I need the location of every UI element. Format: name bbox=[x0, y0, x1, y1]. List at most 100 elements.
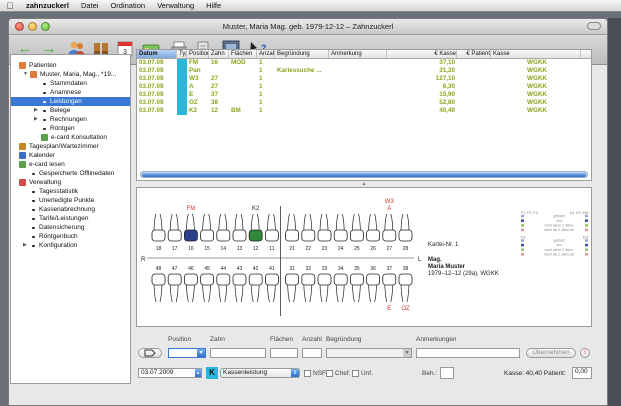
tooth-crown-17[interactable] bbox=[167, 229, 182, 242]
sidebar-item[interactable]: Gespeicherte Offlinedaten bbox=[11, 169, 130, 178]
tooth-root-12[interactable] bbox=[250, 213, 260, 231]
date-stepper-icon[interactable]: ▲ bbox=[195, 369, 201, 377]
tooth-crown-12[interactable] bbox=[248, 229, 263, 242]
tooth-root-15[interactable] bbox=[202, 213, 211, 231]
menu-ordination[interactable]: Ordination bbox=[104, 1, 151, 10]
tooth-crown-25[interactable] bbox=[349, 229, 364, 242]
tooth-root-16[interactable] bbox=[186, 213, 195, 231]
tooth-root-36[interactable] bbox=[368, 284, 377, 303]
sidebar-item[interactable]: Röntgen bbox=[11, 124, 130, 133]
warning-button[interactable]: ! bbox=[580, 348, 590, 358]
table-row[interactable]: 03.07.09 K A 27 1 6,30 WGKK bbox=[137, 83, 591, 91]
legend-swatch[interactable] bbox=[585, 214, 588, 218]
tooth-root-27[interactable] bbox=[384, 213, 394, 231]
flaechen-input[interactable] bbox=[270, 348, 298, 358]
table-row[interactable]: 03.07.09 K W3 27 1 127,10 WGKK bbox=[137, 75, 591, 83]
tooth-root-31[interactable] bbox=[287, 284, 296, 303]
tooth-root-46[interactable] bbox=[186, 284, 195, 303]
sidebar-item[interactable]: Kalender bbox=[11, 151, 130, 160]
legend-swatch[interactable] bbox=[521, 228, 524, 232]
tooth-crown-33[interactable] bbox=[317, 273, 332, 286]
disclosure-open-icon[interactable]: ▼ bbox=[23, 70, 28, 79]
unf-checkbox[interactable] bbox=[352, 369, 359, 377]
tooth-crown-26[interactable] bbox=[366, 229, 381, 242]
sidebar-item[interactable]: Leistungen bbox=[11, 97, 130, 106]
tooth-root-17[interactable] bbox=[169, 213, 179, 231]
zahn-input[interactable] bbox=[210, 348, 266, 358]
column-header[interactable]: Typ bbox=[177, 50, 187, 58]
disclosure-closed-icon[interactable]: ▶ bbox=[34, 115, 38, 124]
legend-swatch[interactable] bbox=[521, 253, 524, 256]
legend-swatch[interactable] bbox=[521, 219, 524, 222]
tooth-crown-48[interactable] bbox=[151, 273, 166, 286]
column-header[interactable]: Zahn bbox=[209, 50, 229, 58]
menu-verwaltung[interactable]: Verwaltung bbox=[151, 1, 200, 10]
sidebar-item[interactable]: ▶ Konfiguration bbox=[11, 241, 130, 250]
beh-input[interactable] bbox=[440, 367, 454, 379]
sidebar-item[interactable]: ▶ Belege bbox=[11, 106, 130, 115]
legend-swatch[interactable] bbox=[585, 239, 588, 242]
tooth-root-35[interactable] bbox=[352, 284, 361, 303]
column-header[interactable]: Anmerkung bbox=[329, 50, 387, 58]
uebernehmen-button[interactable]: Übernehmen bbox=[526, 348, 576, 358]
split-view-handle[interactable]: ▲ bbox=[136, 182, 592, 187]
legend-swatch[interactable] bbox=[521, 224, 524, 227]
sidebar-item[interactable]: Stammdaten bbox=[11, 79, 130, 88]
tooth-crown-24[interactable] bbox=[333, 229, 348, 242]
apple-menu-icon[interactable]:  bbox=[0, 1, 20, 11]
tooth-root-44[interactable] bbox=[218, 284, 228, 303]
tooth-crown-38[interactable] bbox=[398, 273, 413, 286]
disclosure-closed-icon[interactable]: ▶ bbox=[34, 106, 38, 115]
tooth-crown-28[interactable] bbox=[398, 229, 413, 242]
tooth-crown-23[interactable] bbox=[317, 229, 332, 242]
column-header[interactable]: Begründung bbox=[275, 50, 329, 58]
sidebar-item[interactable]: Verwaltung bbox=[11, 178, 130, 187]
table-row[interactable]: 03.07.09 K Pan 1 Kariessuche ... 31,20 WGKK bbox=[137, 67, 591, 75]
sidebar-item[interactable]: Datensicherung bbox=[11, 223, 130, 232]
table-row[interactable]: 03.07.09 K OZ 38 1 52,80 WGKK bbox=[137, 99, 591, 107]
table-row[interactable]: 03.07.09 K K2 12 BM 1 40,40 WGKK bbox=[137, 107, 591, 115]
tooth-root-22[interactable] bbox=[303, 213, 313, 231]
menu-datei[interactable]: Datei bbox=[75, 1, 105, 10]
tooth-crown-15[interactable] bbox=[200, 229, 214, 242]
tooth-crown-36[interactable] bbox=[366, 273, 381, 286]
leistungsart-select[interactable]: Kassenleistung ⇕ bbox=[220, 368, 300, 378]
tooth-root-32[interactable] bbox=[303, 284, 313, 303]
horizontal-scrollbar[interactable] bbox=[140, 171, 588, 178]
disclosure-closed-icon[interactable]: ▶ bbox=[23, 241, 27, 250]
tooth-root-18[interactable] bbox=[153, 213, 163, 231]
legend-swatch[interactable] bbox=[585, 243, 588, 247]
sidebar-item[interactable]: Kassenabrechnung bbox=[11, 205, 130, 214]
legend-swatch[interactable] bbox=[585, 248, 588, 251]
menu-hilfe[interactable]: Hilfe bbox=[200, 1, 227, 10]
tooth-root-25[interactable] bbox=[352, 213, 361, 231]
column-header[interactable]: Datum bbox=[137, 50, 177, 58]
begruendung-select[interactable]: ▼ bbox=[326, 348, 412, 358]
legend-swatch[interactable] bbox=[585, 253, 588, 256]
nsf-checkbox[interactable] bbox=[304, 369, 311, 377]
tooth-root-33[interactable] bbox=[319, 284, 329, 303]
chef-checkbox[interactable] bbox=[326, 369, 333, 377]
tooth-chart[interactable]: 18 17 16 15 14 13 12 11 21 22 23 24 25 26 27 28 48 47 46 45… bbox=[137, 188, 592, 327]
tooth-root-26[interactable] bbox=[368, 213, 377, 231]
app-menu[interactable]: zahnzuckerl bbox=[20, 1, 75, 10]
position-select[interactable]: ▼ bbox=[168, 348, 206, 358]
sidebar-item[interactable]: Tagesplan/Wartezimmer bbox=[11, 142, 130, 151]
date-input[interactable]: 03.07.2009 ▲ bbox=[138, 368, 202, 378]
sidebar-item[interactable]: ▶ Rechnungen bbox=[11, 115, 130, 124]
sidebar-item[interactable]: e-card lesen bbox=[11, 160, 130, 169]
tooth-crown-32[interactable] bbox=[301, 273, 316, 286]
tooth-crown-34[interactable] bbox=[333, 273, 348, 286]
column-header[interactable]: Anzahl bbox=[257, 50, 275, 58]
tooth-root-13[interactable] bbox=[234, 213, 244, 231]
tooth-crown-42[interactable] bbox=[248, 273, 263, 286]
sidebar-item[interactable]: ▼ Muster, Maria, Mag., *19... bbox=[11, 70, 130, 79]
sidebar-item[interactable]: Tarife/Leistungen bbox=[11, 214, 130, 223]
anzahl-input[interactable] bbox=[302, 348, 322, 358]
column-header[interactable]: € Patient bbox=[457, 50, 491, 58]
tooth-root-47[interactable] bbox=[169, 284, 179, 303]
tooth-crown-18[interactable] bbox=[151, 229, 166, 242]
anmerkungen-input[interactable] bbox=[416, 348, 520, 358]
tooth-root-28[interactable] bbox=[400, 213, 410, 231]
sidebar-item[interactable]: Unerledigte Punkte bbox=[11, 196, 130, 205]
